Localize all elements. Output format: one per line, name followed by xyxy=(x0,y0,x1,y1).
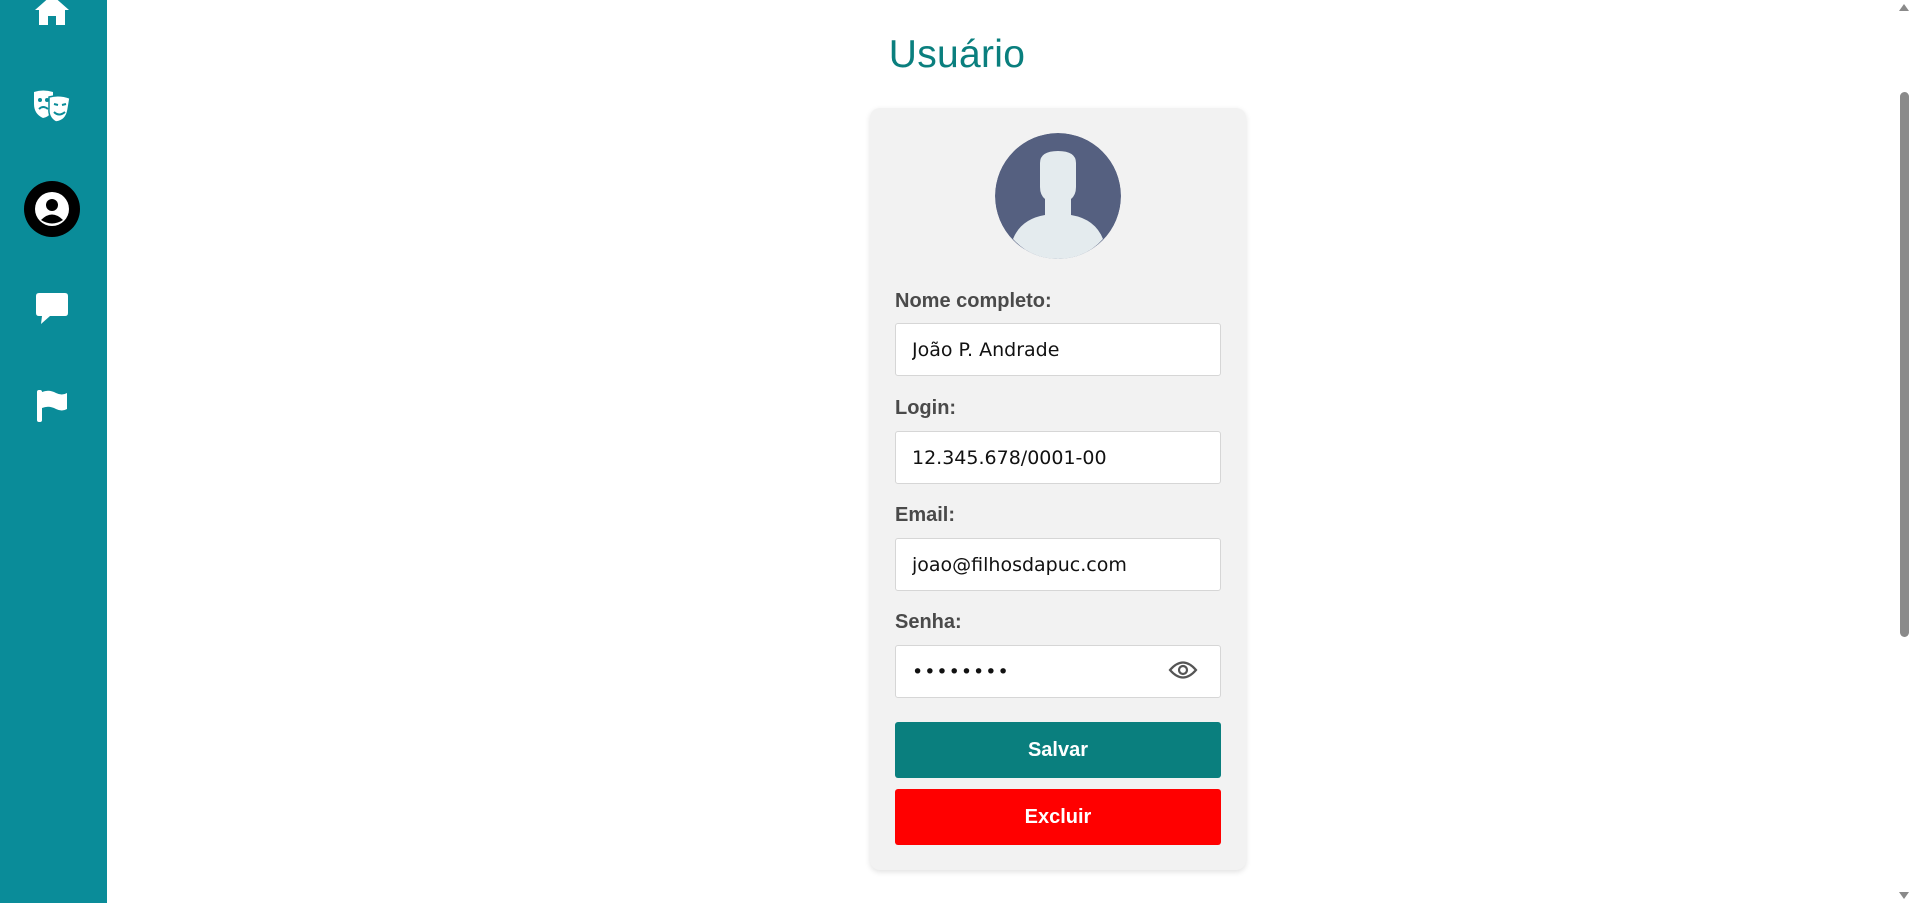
name-label: Nome completo: xyxy=(895,290,1052,312)
sidebar-item-theater[interactable] xyxy=(24,78,80,134)
save-button[interactable]: Salvar xyxy=(895,722,1221,778)
app-root: Usuário Nome completo: Login: Email: Sen… xyxy=(0,0,1913,903)
page-title: Usuário xyxy=(888,33,1026,76)
home-icon xyxy=(33,0,71,27)
delete-button[interactable]: Excluir xyxy=(895,789,1221,845)
avatar xyxy=(995,133,1121,259)
password-label: Senha: xyxy=(895,611,962,633)
user-silhouette-icon xyxy=(995,133,1121,259)
scroll-up-arrow-icon[interactable] xyxy=(1899,4,1909,11)
eye-icon xyxy=(1168,659,1198,686)
login-field[interactable] xyxy=(895,431,1221,484)
toggle-password-button[interactable] xyxy=(1166,657,1200,687)
email-field[interactable] xyxy=(895,538,1221,591)
theater-masks-icon xyxy=(31,88,73,124)
sidebar-item-user[interactable] xyxy=(24,181,80,237)
user-form-card: Nome completo: Login: Email: Senha: Salv… xyxy=(870,108,1246,870)
name-field[interactable] xyxy=(895,323,1221,376)
sidebar-item-chat[interactable] xyxy=(24,280,80,336)
chat-bubble-icon xyxy=(34,290,70,326)
vertical-scrollbar[interactable] xyxy=(1896,0,1913,903)
user-circle-icon xyxy=(34,191,70,227)
sidebar xyxy=(0,0,107,903)
sidebar-item-flag[interactable] xyxy=(24,378,80,434)
email-label: Email: xyxy=(895,504,956,526)
login-label: Login: xyxy=(895,397,957,419)
scroll-down-arrow-icon[interactable] xyxy=(1899,892,1909,899)
sidebar-item-home[interactable] xyxy=(24,0,80,38)
scroll-thumb[interactable] xyxy=(1900,92,1909,637)
flag-icon xyxy=(34,388,70,424)
